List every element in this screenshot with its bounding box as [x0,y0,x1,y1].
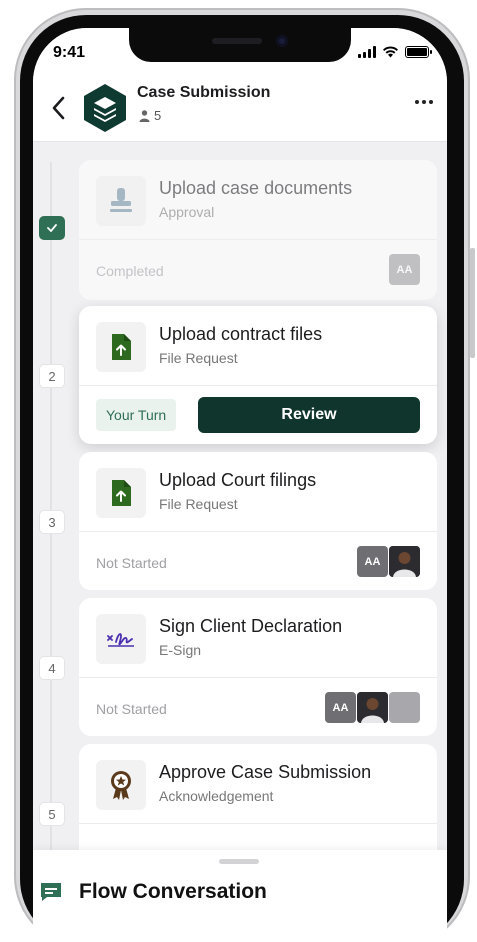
assignee-avatars: AA [325,692,420,723]
side-button [470,248,475,358]
avatar[interactable]: AA [325,692,356,723]
step-status: Completed [96,263,164,279]
step-marker-3: 3 [39,510,65,534]
step-list: 2 3 4 5 Upload case documents Approval C… [33,142,447,882]
avatar-placeholder[interactable] [389,692,420,723]
card-footer: Completed AA [79,240,437,300]
step-status: Not Started [96,555,167,571]
back-button[interactable] [43,90,73,126]
avatar[interactable]: AA [389,254,420,285]
member-count[interactable]: 5 [139,108,161,123]
award-icon [96,760,146,810]
step-marker-5: 5 [39,802,65,826]
step-title: Approve Case Submission [159,762,372,782]
check-icon [47,224,57,232]
more-options-button[interactable] [415,100,433,104]
card-footer: Not Started AA [79,678,437,736]
header: Case Submission 5 [33,78,447,142]
chat-icon [39,880,63,904]
step-title: Sign Client Declaration [159,616,343,636]
step-type: File Request [159,496,238,512]
step-type: E-Sign [159,642,202,658]
layers-icon [81,82,129,134]
step-status: Not Started [96,701,167,717]
step-title: Upload case documents [159,178,353,198]
flow-conversation-title: Flow Conversation [79,880,267,903]
sheet-grabber[interactable] [219,859,259,864]
avatar[interactable]: AA [357,546,388,577]
card-footer: Your Turn Review [79,386,437,444]
notch [129,28,351,62]
card-header: Upload Court filings File Request [79,452,437,532]
page-title: Case Submission [137,84,271,101]
step-card-upload-case-documents[interactable]: Upload case documents Approval Completed… [79,160,437,300]
speaker [212,38,262,44]
stamp-icon [96,176,146,226]
signature-icon [96,614,146,664]
step-card-upload-court-filings[interactable]: Upload Court filings File Request Not St… [79,452,437,590]
step-card-sign-client-declaration[interactable]: Sign Client Declaration E-Sign Not Start… [79,598,437,736]
step-marker-4: 4 [39,656,65,680]
assignee-avatars: AA [389,254,420,285]
cellular-signal-icon [358,46,376,58]
file-upload-icon [96,468,146,518]
card-header: Upload case documents Approval [79,160,437,240]
more-horizontal-icon [415,100,419,104]
step-type: File Request [159,350,238,366]
battery-icon [405,46,432,58]
card-footer: Not Started AA [79,532,437,590]
avatar-photo[interactable] [389,546,420,577]
step-type: Approval [159,204,215,220]
step-card-upload-contract-files[interactable]: Upload contract files File Request Your … [79,306,437,444]
flow-conversation-sheet[interactable]: Flow Conversation [33,850,447,942]
status-time: 9:41 [53,44,86,61]
file-upload-icon [96,322,146,372]
app-screen: 9:41 Case Submission 5 2 3 4 5 Upload ca… [33,28,447,942]
wifi-icon [383,46,398,58]
review-button[interactable]: Review [198,397,420,433]
step-title: Upload Court filings [159,470,317,490]
front-camera [276,35,288,47]
avatar-photo[interactable] [357,692,388,723]
chevron-left-icon [52,96,65,120]
card-header: Sign Client Declaration E-Sign [79,598,437,678]
status-icons [358,46,432,58]
your-turn-badge: Your Turn [96,399,177,431]
person-icon [139,109,150,122]
step-marker-2: 2 [39,364,65,388]
step-type: Acknowledgement [159,788,274,804]
assignee-avatars: AA [357,546,420,577]
step-title: Upload contract files [159,324,323,344]
card-header: Approve Case Submission Acknowledgement [79,744,437,824]
member-count-value: 5 [154,108,162,123]
step-marker-completed [39,216,65,240]
card-header: Upload contract files File Request [79,306,437,386]
